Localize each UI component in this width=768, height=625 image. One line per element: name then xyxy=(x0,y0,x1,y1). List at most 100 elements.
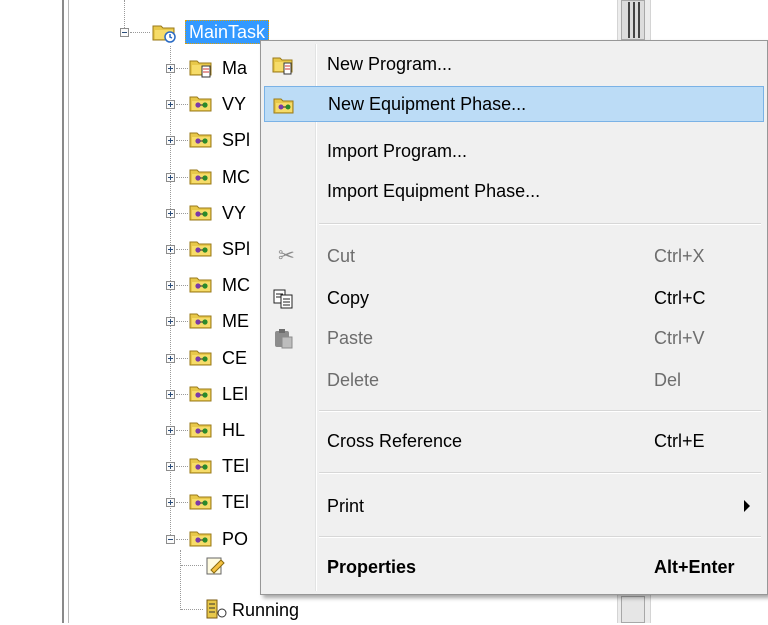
menu-item-cut[interactable]: ✂ Cut Ctrl+X xyxy=(264,238,764,274)
menu-item-paste[interactable]: Paste Ctrl+V xyxy=(264,320,764,356)
window-frame-left xyxy=(62,0,64,623)
phase-folder-icon xyxy=(189,94,212,112)
phase-folder-icon xyxy=(189,420,212,438)
task-label-selected[interactable]: MainTask xyxy=(185,20,270,44)
menu-separator xyxy=(319,472,761,474)
tree-connector xyxy=(176,285,188,286)
expand-toggle[interactable] xyxy=(166,498,175,507)
menu-item-label: Cut xyxy=(327,246,356,266)
scrollbar-down-button[interactable] xyxy=(621,596,645,623)
submenu-arrow-icon xyxy=(744,500,750,512)
task-label: MainTask xyxy=(189,22,266,42)
expand-toggle[interactable] xyxy=(166,100,175,109)
phase-folder-icon xyxy=(189,456,212,474)
tree-connector xyxy=(181,565,203,566)
tree-item-label: VY xyxy=(222,203,247,223)
menu-separator xyxy=(319,410,761,412)
phase-folder-icon xyxy=(189,384,212,402)
phase-folder-icon xyxy=(189,239,212,257)
expand-toggle[interactable] xyxy=(166,209,175,218)
tree-item-label: CE xyxy=(222,348,248,368)
tree-connector xyxy=(180,550,181,610)
menu-item-new-program[interactable]: New Program... xyxy=(264,46,764,82)
menu-item-new-equipment-phase[interactable]: New Equipment Phase... xyxy=(264,86,764,122)
tree-connector xyxy=(130,32,150,33)
expand-toggle[interactable] xyxy=(166,317,175,326)
menu-item-shortcut: Alt+Enter xyxy=(654,557,735,577)
menu-item-import-equipment-phase[interactable]: Import Equipment Phase... xyxy=(264,173,764,209)
tree-connector xyxy=(176,394,188,395)
new-program-icon xyxy=(272,54,294,75)
tree-item-label: ME xyxy=(222,311,249,331)
tree-connector xyxy=(176,177,188,178)
scrollbar-thumb-grip xyxy=(628,2,630,38)
tree-connector xyxy=(176,68,188,69)
expand-toggle[interactable] xyxy=(166,462,175,471)
context-menu: New Program... New Equipment Phase... Im… xyxy=(260,40,768,595)
tree-item-label: Ma xyxy=(222,58,248,78)
menu-item-import-program[interactable]: Import Program... xyxy=(264,133,764,169)
program-folder-icon xyxy=(189,58,212,78)
menu-item-label: Delete xyxy=(327,370,380,390)
tree-connector xyxy=(176,249,188,250)
menu-item-shortcut: Ctrl+C xyxy=(654,288,706,308)
tree-connector xyxy=(176,502,188,503)
paste-icon xyxy=(272,328,294,349)
expand-toggle[interactable] xyxy=(166,354,175,363)
running-label[interactable]: Running xyxy=(232,599,299,621)
phase-folder-icon xyxy=(189,529,212,547)
menu-item-print[interactable]: Print xyxy=(264,488,764,524)
tree-connector xyxy=(176,213,188,214)
collapse-toggle[interactable] xyxy=(166,535,175,544)
menu-item-copy[interactable]: Copy Ctrl+C xyxy=(264,280,764,316)
tree-item-label: SPl xyxy=(222,130,251,150)
menu-item-label: Import Program... xyxy=(327,141,468,161)
menu-separator xyxy=(319,536,761,538)
tree-connector xyxy=(176,466,188,467)
menu-item-label: Print xyxy=(327,496,365,516)
tree-connector xyxy=(176,140,188,141)
expand-toggle[interactable] xyxy=(166,245,175,254)
menu-item-shortcut: Del xyxy=(654,370,682,390)
menu-item-shortcut: Ctrl+V xyxy=(654,328,705,348)
tree-connector xyxy=(176,104,188,105)
expand-toggle[interactable] xyxy=(166,64,175,73)
menu-item-label: New Equipment Phase... xyxy=(328,94,527,114)
cut-icon: ✂ xyxy=(278,245,295,267)
menu-item-shortcut: Ctrl+X xyxy=(654,246,705,266)
tree-item-label: MC xyxy=(222,275,250,295)
copy-icon xyxy=(272,288,294,309)
scrollbar-thumb-grip xyxy=(638,2,640,38)
menu-item-label: Paste xyxy=(327,328,374,348)
menu-item-label: Properties xyxy=(327,557,417,577)
tree-connector xyxy=(176,430,188,431)
expand-toggle[interactable] xyxy=(166,281,175,290)
tree-item-label: HL xyxy=(222,420,246,440)
tree-item-label: VY xyxy=(222,94,247,114)
tree-item-label: LEl xyxy=(222,384,249,404)
tree-item-label: PO xyxy=(222,529,249,549)
menu-item-label: Copy xyxy=(327,288,370,308)
phase-folder-icon xyxy=(189,167,212,185)
menu-item-delete[interactable]: Delete Del xyxy=(264,362,764,398)
collapse-toggle[interactable] xyxy=(120,28,129,37)
phase-folder-icon xyxy=(189,311,212,329)
scrollbar-thumb-grip xyxy=(633,2,635,38)
menu-item-cross-reference[interactable]: Cross Reference Ctrl+E xyxy=(264,423,764,459)
tree-connector xyxy=(176,539,188,540)
task-folder-icon xyxy=(152,21,176,43)
menu-item-label: Import Equipment Phase... xyxy=(327,181,541,201)
menu-item-properties[interactable]: Properties Alt+Enter xyxy=(264,549,764,585)
tree-connector xyxy=(176,321,188,322)
phase-folder-icon xyxy=(189,203,212,221)
tree-item-label: TEl xyxy=(222,492,249,512)
menu-item-shortcut: Ctrl+E xyxy=(654,431,705,451)
menu-separator xyxy=(319,223,761,225)
expand-toggle[interactable] xyxy=(166,426,175,435)
running-state-icon xyxy=(205,598,229,625)
tree-item-label: TEl xyxy=(222,456,249,476)
expand-toggle[interactable] xyxy=(166,136,175,145)
phase-folder-icon xyxy=(189,130,212,148)
expand-toggle[interactable] xyxy=(166,173,175,182)
expand-toggle[interactable] xyxy=(166,390,175,399)
